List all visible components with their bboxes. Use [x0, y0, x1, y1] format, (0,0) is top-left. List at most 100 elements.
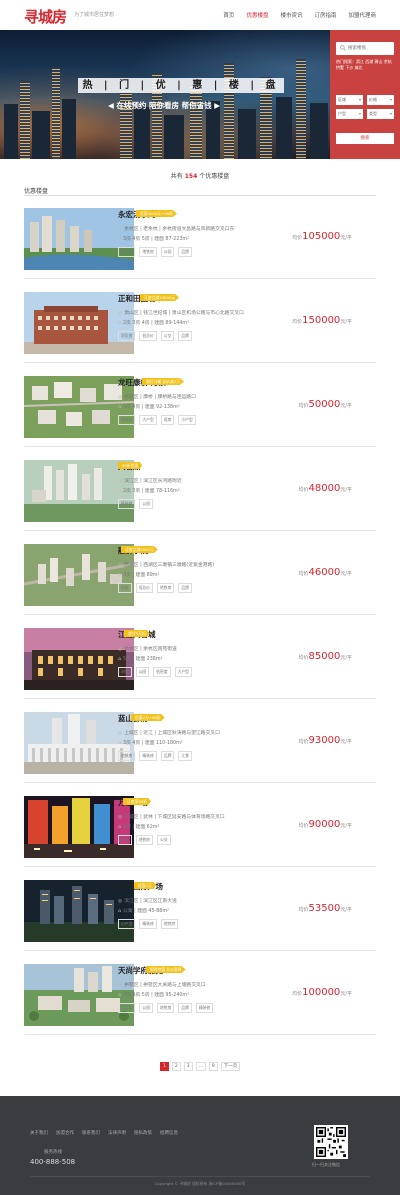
page-3[interactable]: 3 [183, 1062, 193, 1071]
location-pin-icon: ◎ [118, 395, 123, 400]
price-value: 150000 [302, 315, 341, 326]
property-card[interactable]: 天尚学府雅苑 限时特惠 总价直降 ◎ 拱墅区 | 拱墅区大关路与上塘路交叉口 ⌂ 3… [24, 952, 376, 1035]
address-text: 萧山区 | 钱江世纪城 | 萧山区机场公路与市心北路交叉口 [124, 311, 244, 316]
main-nav: 首页 优惠楼盘 楼市资讯 订房指南 加盟代理商 [211, 11, 376, 19]
nav-deals[interactable]: 优惠楼盘 [246, 11, 268, 19]
feature-tag: 地铁房 [139, 247, 157, 257]
feature-tag: 小户型 [118, 919, 136, 929]
house-icon: ⌂ [118, 573, 122, 578]
layout-text: 3房 | 建面 89m² [123, 573, 160, 578]
address-text: 下城区 | 武林 | 下城区延安路与体育场路交叉口 [124, 815, 225, 820]
feature-tag: 地铁房 [156, 583, 175, 593]
footer-link-legal[interactable]: 法律声明 [108, 1130, 126, 1136]
filter-price[interactable]: 价格 [367, 95, 394, 105]
house-icon: ⌂ [118, 657, 122, 662]
location-pin-icon: ◎ [118, 899, 123, 904]
feature-tag: 现房 [118, 583, 132, 593]
property-layout: ⌂ 5房 | 建面 238m² [118, 655, 162, 662]
property-layout: ⌂ 3房 4房 | 建面 92-138m² [118, 403, 180, 410]
hot-search-tags[interactable]: 热门搜索：滨江 西湖 萧山 余杭 拱墅 下沙 城北 [336, 59, 396, 71]
location-pin-icon: ◎ [118, 479, 123, 484]
price-prefix: 均价 [292, 235, 303, 241]
page-1[interactable]: 1 [160, 1062, 169, 1071]
property-card[interactable]: 永宏汤水湾 优惠5000元+99折 ◎余杭区 | 老余杭 | 余杭街道文昌路与凤… [24, 196, 376, 279]
property-card[interactable]: 大名鼎 99折优惠 ◎滨江区 | 滨江区长河路附近 ⌂2房 3房 | 建面 78… [24, 448, 376, 531]
address-text: 拱墅区 | 康桥 | 康桥路与连运路口 [124, 395, 196, 400]
search-icon[interactable] [340, 45, 346, 51]
property-layout: ⌂ 3房 4房 | 建面 110-180m² [118, 739, 183, 746]
feature-tag: 地铁房 [156, 1003, 175, 1013]
building-silhouette [296, 59, 306, 159]
footer-link-jobs[interactable]: 招聘信息 [160, 1130, 178, 1136]
feature-tag: 品牌 [178, 583, 192, 593]
footer-link-about[interactable]: 关于我们 [30, 1130, 48, 1136]
property-address: ◎ 滨江区 | 滨江区江南大道 [118, 897, 177, 904]
discount-badge: 首付5万起 [124, 630, 150, 637]
discount-badge: 首付分期 总价减2万 [142, 378, 184, 385]
price-prefix: 均价 [298, 403, 309, 409]
section-label: 优惠楼盘 [24, 188, 49, 195]
property-address: ◎ 萧山区 | 钱江世纪城 | 萧山区机场公路与市心北路交叉口 [118, 309, 244, 316]
property-layout: ⌂ 公寓 | 建面 45-88m² [118, 907, 169, 914]
footer-link-privacy[interactable]: 隐私政策 [134, 1130, 152, 1136]
nav-home[interactable]: 首页 [223, 11, 234, 19]
filter-layout[interactable]: 户型 [336, 109, 363, 119]
footer-link-contact[interactable]: 联系我们 [82, 1130, 100, 1136]
feature-tag: 公园 [135, 667, 150, 677]
search-button[interactable]: 搜索 [336, 133, 394, 144]
feature-tag: 地铁房 [160, 919, 179, 929]
property-card[interactable]: 融侨小院 订房立减5000元 ◎西湖区 | 西湖区三墩镇三墩路(近紫金港路) ⌂… [24, 532, 376, 615]
search-input[interactable] [348, 44, 392, 53]
price-unit: 元/平 [340, 823, 352, 829]
site-header: 寻城房 为了城市居住梦想 首页 优惠楼盘 楼市资讯 订房指南 加盟代理商 [0, 0, 400, 30]
building-silhouette [276, 97, 292, 159]
hotline-number: 400-888-508 [30, 1158, 76, 1166]
property-card[interactable]: 正和田园坊 订房立减10000元 ◎ 萧山区 | 钱江世纪城 | 萧山区机场公路与… [24, 280, 376, 363]
qr-code-icon [314, 1125, 348, 1159]
property-card[interactable]: 龙旺康桥·月景 首付分期 总价减2万 ◎ 拱墅区 | 康桥 | 康桥路与连运路口 … [24, 364, 376, 447]
property-price: 均价46000元/平 [298, 567, 352, 578]
feature-tag: 低总价 [139, 331, 157, 341]
house-icon: ⌂ [118, 321, 122, 326]
property-layout: ⌂ 3房 4房 5房 | 建面 87-223m² [118, 235, 189, 242]
nav-guide[interactable]: 订房指南 [314, 11, 336, 19]
building-silhouette [238, 109, 256, 159]
copyright: Copyright © 寻城房 版权所有 浙ICP备00000000号 [154, 1181, 246, 1186]
feature-tag: 低总价 [135, 583, 153, 593]
logo[interactable]: 寻城房 [24, 6, 67, 27]
feature-tag: 学区房 [118, 1003, 136, 1013]
property-card[interactable]: 恒力国际广场 优惠2万 ◎滨江区 | 滨江区江南大道 ⌂公寓 | 建面 45-8… [24, 868, 376, 951]
property-card[interactable]: 江山大名城 首付5万起 ◎余杭区 | 余杭区南苑街道 ⌂5房 | 建面 238m… [24, 616, 376, 699]
property-price: 均价48000元/平 [298, 483, 352, 494]
layout-text: 2房 | 建面 62m² [123, 825, 160, 830]
nav-agents[interactable]: 加盟代理商 [348, 11, 376, 19]
location-pin-icon: ◎ [118, 815, 123, 820]
feature-tag: 地铁房 [135, 835, 153, 845]
filter-district[interactable]: 区域 [336, 95, 363, 105]
feature-tag: 公园 [139, 499, 153, 509]
footer-link-partner[interactable]: 加盟合作 [56, 1130, 74, 1136]
building-silhouette [32, 111, 50, 159]
property-address: ◎ 拱墅区 | 康桥 | 康桥路与连运路口 [118, 393, 196, 400]
nav-news[interactable]: 楼市资讯 [280, 11, 302, 19]
page-9[interactable]: 9 [208, 1062, 218, 1071]
property-address: ◎ 余杭区 | 老余杭 | 余杭街道文昌路与凤新路交叉口东 [118, 225, 234, 232]
property-card[interactable]: 万家广场 订房享98折 ◎下城区 | 武林 | 下城区延安路与体育场路交叉口 ⌂… [24, 784, 376, 867]
price-prefix: 均价 [292, 319, 303, 325]
price-unit: 元/平 [340, 571, 352, 577]
next-page-button[interactable]: 下一页 [220, 1062, 241, 1071]
page-2[interactable]: 2 [171, 1062, 181, 1071]
property-layout: ⌂ 2房 3房 | 建面 78-116m² [118, 487, 180, 494]
address-text: 余杭区 | 余杭区南苑街道 [124, 647, 177, 652]
feature-tags: 学区房 公园 地铁房 品牌 精装修 [118, 1003, 214, 1013]
layout-text: 2房 3房 | 建面 78-116m² [123, 489, 180, 494]
address-text: 西湖区 | 西湖区三墩镇三墩路(近紫金港路) [124, 563, 215, 568]
feature-tags: 现房 低总价 地铁房 品牌 [118, 583, 192, 593]
qr-code-pattern [316, 1127, 346, 1157]
property-card[interactable]: 蓝山御府 优惠2万+98折 ◎上城区 | 近江 | 上城区秋涛路与望江路交叉口 … [24, 700, 376, 783]
layout-text: 2房 3房 4房 | 建面 89-144m² [123, 321, 190, 326]
property-price: 均价53500元/平 [298, 903, 352, 914]
feature-tag: 公交 [160, 331, 175, 341]
filter-type[interactable]: 类型 [367, 109, 394, 119]
layout-text: 3房 4房 | 建面 92-138m² [123, 405, 180, 410]
